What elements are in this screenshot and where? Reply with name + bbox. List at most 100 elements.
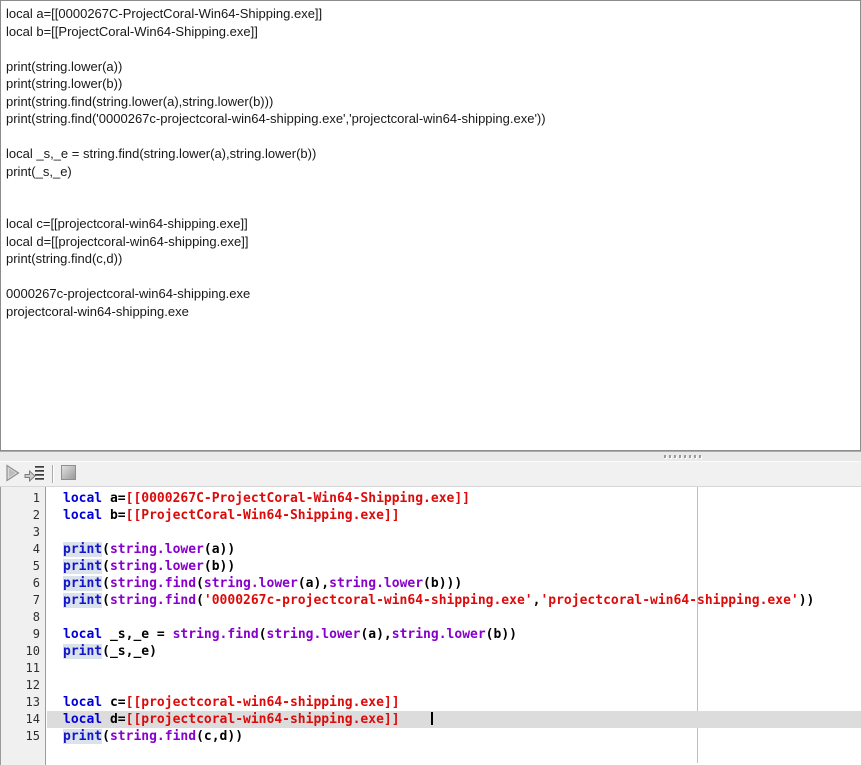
code-line[interactable] — [47, 660, 861, 677]
code-line[interactable]: print(string.lower(b)) — [47, 558, 861, 575]
token-pl: ( — [102, 593, 110, 608]
token-lib: string.lower — [392, 627, 486, 642]
output-line: local d=[[projectcoral-win64-shipping.ex… — [6, 233, 860, 251]
token-kw: local — [63, 491, 102, 506]
token-kw: local — [63, 508, 102, 523]
code-line[interactable] — [47, 677, 861, 694]
output-line — [6, 40, 860, 58]
code-line[interactable]: local d=[[projectcoral-win64-shipping.ex… — [47, 711, 861, 728]
step-button[interactable] — [24, 463, 46, 485]
line-number: 5 — [1, 558, 45, 575]
output-line — [6, 180, 860, 198]
token-pl — [400, 712, 431, 727]
token-pl: a= — [102, 491, 125, 506]
token-str: '0000267c-projectcoral-win64-shipping.ex… — [204, 593, 533, 608]
token-pl: (a)) — [204, 542, 235, 557]
code-area[interactable]: local a=[[0000267C-ProjectCoral-Win64-Sh… — [47, 487, 861, 765]
code-line[interactable]: local c=[[projectcoral-win64-shipping.ex… — [47, 694, 861, 711]
token-lib: string.lower — [329, 576, 423, 591]
code-line[interactable] — [47, 609, 861, 626]
code-line[interactable]: local _s,_e = string.find(string.lower(a… — [47, 626, 861, 643]
token-lib: string.find — [110, 576, 196, 591]
line-number: 14 — [1, 711, 45, 728]
token-lib: string.find — [110, 593, 196, 608]
output-line: local _s,_e = string.find(string.lower(a… — [6, 145, 860, 163]
output-line: projectcoral-win64-shipping.exe — [6, 303, 860, 321]
run-button[interactable] — [2, 463, 24, 485]
token-lib: string.lower — [204, 576, 298, 591]
splitter-grip-icon — [664, 455, 701, 458]
code-line[interactable] — [47, 524, 861, 541]
text-caret — [431, 712, 433, 725]
grip-dot — [669, 455, 671, 458]
token-pl: b= — [102, 508, 125, 523]
token-kw: local — [63, 695, 102, 710]
token-str: [[ProjectCoral-Win64-Shipping.exe]] — [126, 508, 400, 523]
output-line: print(string.lower(a)) — [6, 58, 860, 76]
token-pl: ( — [196, 593, 204, 608]
output-pane[interactable]: local a=[[0000267C-ProjectCoral-Win64-Sh… — [0, 0, 861, 451]
token-lib: string.find — [173, 627, 259, 642]
step-into-icon — [24, 464, 46, 485]
stop-button[interactable] — [57, 463, 79, 485]
line-number: 11 — [1, 660, 45, 677]
token-pl: (a), — [298, 576, 329, 591]
token-pl: ( — [102, 576, 110, 591]
debug-toolbar — [0, 462, 861, 486]
code-line[interactable]: local a=[[0000267C-ProjectCoral-Win64-Sh… — [47, 490, 861, 507]
line-number: 6 — [1, 575, 45, 592]
token-pl: (_s,_e) — [102, 644, 157, 659]
line-number: 3 — [1, 524, 45, 541]
token-pl: ( — [102, 542, 110, 557]
grip-dot — [674, 455, 676, 458]
token-pl: )) — [799, 593, 815, 608]
lua-ide-window: local a=[[0000267C-ProjectCoral-Win64-Sh… — [0, 0, 861, 765]
line-number: 7 — [1, 592, 45, 609]
code-line[interactable]: print(_s,_e) — [47, 643, 861, 660]
code-line[interactable]: print(string.find('0000267c-projectcoral… — [47, 592, 861, 609]
grip-dot — [679, 455, 681, 458]
code-line[interactable]: print(string.lower(a)) — [47, 541, 861, 558]
line-number-gutter: 123456789101112131415 — [0, 487, 46, 765]
line-number: 9 — [1, 626, 45, 643]
token-fn: print — [63, 593, 102, 608]
play-icon — [5, 464, 21, 485]
token-kw: local — [63, 627, 102, 642]
token-pl: d= — [102, 712, 125, 727]
line-number: 4 — [1, 541, 45, 558]
token-lib: string.lower — [267, 627, 361, 642]
token-lib: string.lower — [110, 559, 204, 574]
token-str: 'projectcoral-win64-shipping.exe' — [540, 593, 798, 608]
token-pl: ( — [259, 627, 267, 642]
token-fn: print — [63, 559, 102, 574]
token-str: [[projectcoral-win64-shipping.exe]] — [126, 695, 400, 710]
code-line[interactable]: print(string.find(string.lower(a),string… — [47, 575, 861, 592]
token-lib: string.lower — [110, 542, 204, 557]
token-pl: (b)) — [204, 559, 235, 574]
code-line[interactable]: print(string.find(c,d)) — [47, 728, 861, 745]
token-pl: (a), — [360, 627, 391, 642]
output-line — [6, 198, 860, 216]
output-line: print(string.lower(b)) — [6, 75, 860, 93]
code-editor[interactable]: 123456789101112131415 local a=[[0000267C… — [0, 486, 861, 765]
toolbar-separator — [52, 465, 53, 483]
grip-dot — [694, 455, 696, 458]
token-pl: ( — [102, 729, 110, 744]
line-number: 15 — [1, 728, 45, 745]
grip-dot — [689, 455, 691, 458]
code-line[interactable]: local b=[[ProjectCoral-Win64-Shipping.ex… — [47, 507, 861, 524]
line-number: 8 — [1, 609, 45, 626]
output-line: print(string.find('0000267c-projectcoral… — [6, 110, 860, 128]
line-number: 10 — [1, 643, 45, 660]
pane-splitter[interactable] — [0, 451, 861, 462]
token-pl: (b)) — [486, 627, 517, 642]
grip-dot — [664, 455, 666, 458]
output-line: print(string.find(string.lower(a),string… — [6, 93, 860, 111]
token-fn: print — [63, 644, 102, 659]
token-lib: string.find — [110, 729, 196, 744]
line-number: 2 — [1, 507, 45, 524]
token-pl: ( — [102, 559, 110, 574]
token-pl: (b))) — [423, 576, 462, 591]
token-pl: c= — [102, 695, 125, 710]
line-number: 13 — [1, 694, 45, 711]
